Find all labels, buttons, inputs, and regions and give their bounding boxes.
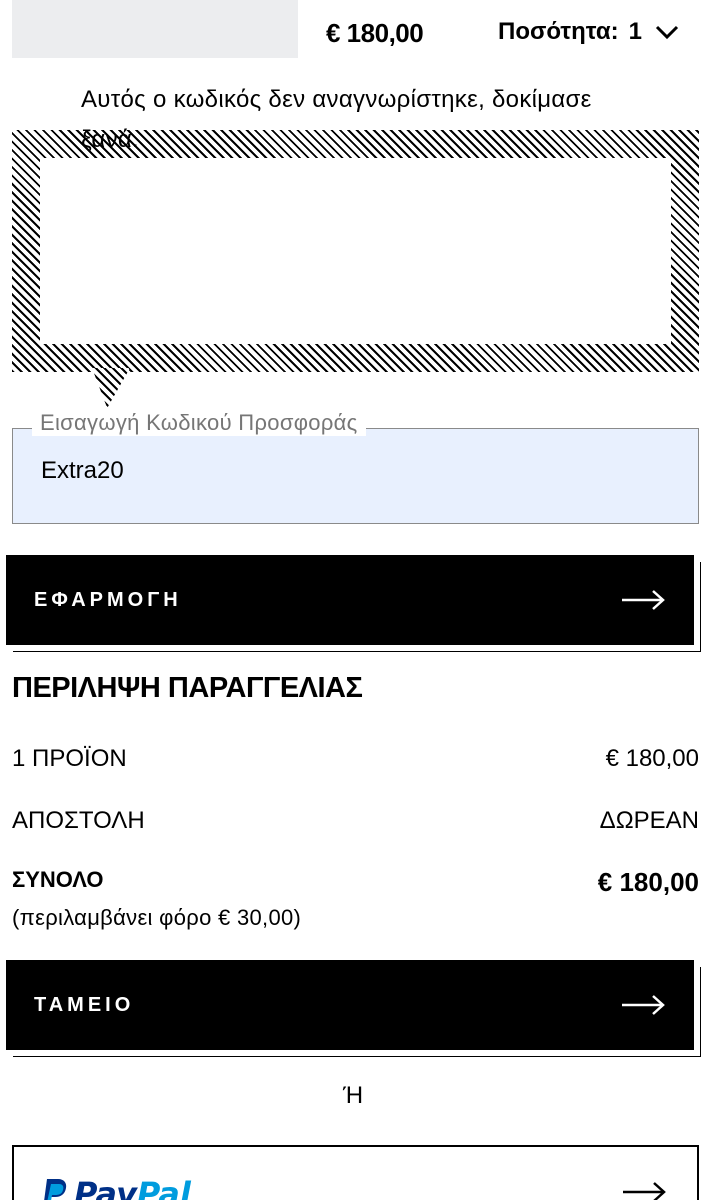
arrow-right-icon [622,995,665,1015]
summary-items-row: 1 ΠΡΟΪΟΝ € 180,00 [12,745,699,773]
summary-total-row: ΣΥΝΟΛΟ € 180,00 [12,867,699,898]
arrow-right-icon [622,590,665,610]
chevron-down-icon [655,25,678,40]
quantity-label: Ποσότητα: [498,18,619,45]
checkout-button-label: ΤΑΜΕΙΟ [34,993,135,1016]
promo-code-field[interactable] [12,428,699,524]
promo-code-label: Εισαγωγή Κωδικού Προσφοράς [32,410,366,436]
total-value: € 180,00 [597,867,699,897]
shipping-value: ΔΩΡΕΑΝ [599,807,699,834]
tax-note: (περιλαμβάνει φόρο € 30,00) [12,905,302,930]
apply-button-label: ΕΦΑΡΜΟΓΗ [34,588,182,611]
promo-error-text: Αυτός ο κωδικός δεν αναγνωρίστηκε, δοκίμ… [81,86,592,153]
product-image-placeholder [12,0,298,58]
promo-code-input[interactable] [41,457,641,485]
checkout-button[interactable]: ΤΑΜΕΙΟ [6,960,694,1050]
items-label: 1 ΠΡΟΪΟΝ [12,745,127,772]
paypal-logo-icon [44,1179,67,1200]
order-summary-title: ΠΕΡΙΛΗΨΗ ΠΑΡΑΓΓΕΛΙΑΣ [12,672,363,704]
paypal-logo: PayPal [40,1175,191,1200]
summary-shipping-row: ΑΠΟΣΤΟΛΗ ΔΩΡΕΑΝ [12,807,699,835]
quantity-selector[interactable]: Ποσότητα: 1 [498,18,680,46]
apply-button[interactable]: ΕΦΑΡΜΟΓΗ [6,555,694,645]
arrow-right-icon [623,1182,666,1200]
or-divider-text: Ή [342,1082,364,1109]
total-label: ΣΥΝΟΛΟ [12,867,104,892]
promo-error-message [12,130,699,372]
paypal-pal-text: Pal [136,1175,191,1200]
quantity-value: 1 [628,18,642,45]
shipping-label: ΑΠΟΣΤΟΛΗ [12,807,145,834]
error-pointer [92,368,130,408]
item-price: € 180,00 [326,18,424,48]
paypal-pay-text: Pay [74,1175,137,1200]
items-value: € 180,00 [605,745,699,772]
paypal-button[interactable]: PayPal [12,1145,699,1200]
